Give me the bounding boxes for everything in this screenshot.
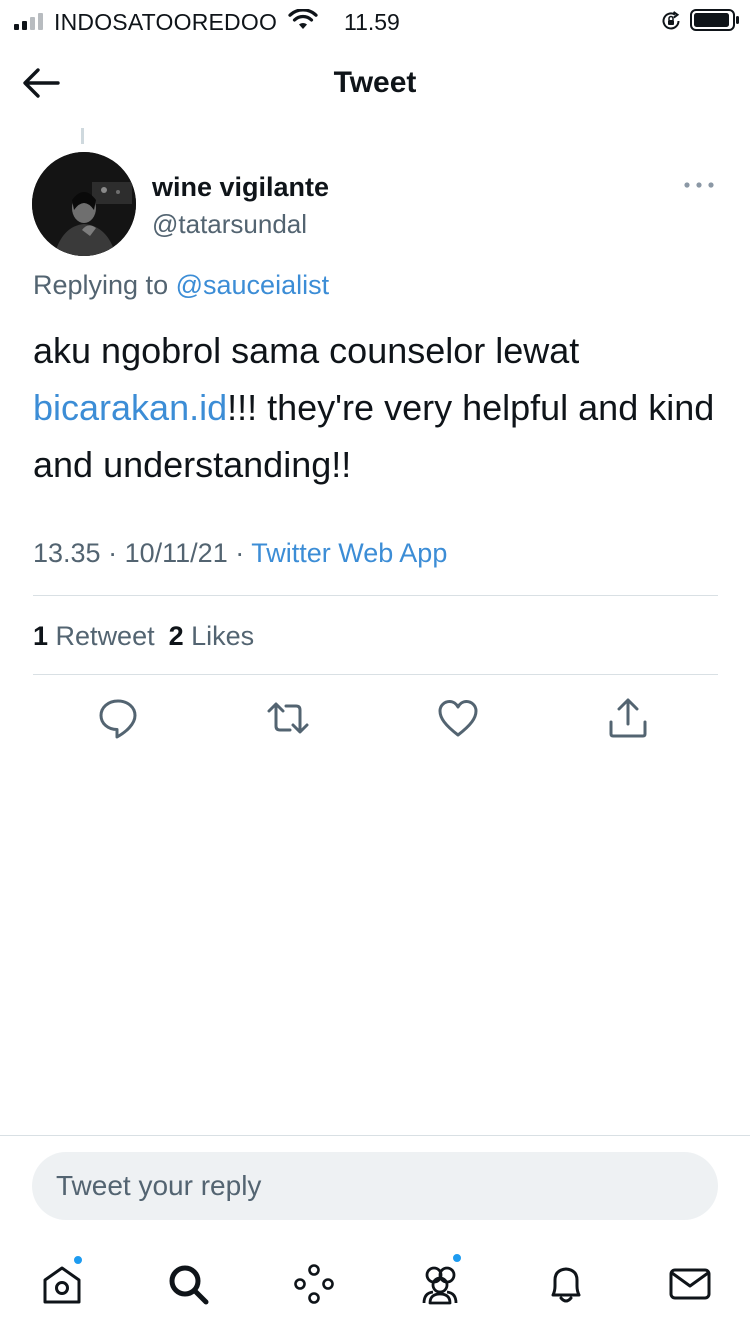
home-icon[interactable] xyxy=(40,1262,84,1306)
messages-icon[interactable] xyxy=(668,1262,712,1306)
reply-input[interactable] xyxy=(32,1152,718,1220)
home-notification-dot xyxy=(73,1255,83,1265)
retweet-label: Retweet xyxy=(55,621,155,651)
rotation-lock-icon xyxy=(662,11,680,30)
likes-label: Likes xyxy=(191,621,255,651)
avatar[interactable] xyxy=(32,152,136,256)
meta-separator: · xyxy=(235,538,245,568)
notifications-icon[interactable] xyxy=(544,1262,588,1306)
communities-icon[interactable] xyxy=(418,1262,462,1306)
tweet-link[interactable]: bicarakan.id xyxy=(33,387,227,428)
spaces-icon[interactable] xyxy=(292,1262,336,1306)
author-display-name[interactable]: wine vigilante xyxy=(152,172,329,203)
tweet-text: aku ngobrol sama counselor lewat bicaraka… xyxy=(33,322,723,493)
cellular-signal-icon xyxy=(14,13,43,30)
replying-to-handle-link[interactable]: @sauceialist xyxy=(176,270,329,300)
retweets-stat[interactable]: 1 Retweet xyxy=(33,621,155,651)
divider xyxy=(33,595,718,596)
page-title: Tweet xyxy=(333,66,417,99)
author-handle[interactable]: @tatarsundal xyxy=(152,209,307,240)
communities-notification-dot xyxy=(452,1253,462,1263)
thread-connector-line xyxy=(81,128,84,144)
tweet-text-line1: aku ngobrol sama counselor lewat xyxy=(33,330,580,371)
wifi-icon xyxy=(288,9,318,29)
divider xyxy=(0,1135,750,1136)
replying-to-line: Replying to @sauceialist xyxy=(33,270,329,301)
battery-icon xyxy=(690,9,739,31)
likes-stat[interactable]: 2 Likes xyxy=(169,621,255,651)
divider xyxy=(33,674,718,675)
replying-to-label: Replying to xyxy=(33,270,169,300)
tweet-source-link[interactable]: Twitter Web App xyxy=(251,538,447,568)
meta-separator: · xyxy=(108,538,118,568)
retweet-count: 1 xyxy=(33,621,49,651)
status-bar: INDOSATOOREDOO 11.59 xyxy=(0,0,750,40)
retweet-icon[interactable] xyxy=(266,696,310,740)
carrier-name: INDOSATOOREDOO xyxy=(54,9,278,35)
reply-icon[interactable] xyxy=(96,696,140,740)
engagement-stats: 1 Retweet 2 Likes xyxy=(33,621,254,652)
tweet-date: 10/11/21 xyxy=(124,538,228,568)
more-options-icon[interactable] xyxy=(682,178,716,192)
tweet-time: 13.35 xyxy=(33,538,101,568)
like-count: 2 xyxy=(168,621,184,651)
status-time: 11.59 xyxy=(344,9,400,35)
like-icon[interactable] xyxy=(436,696,480,740)
tweet-metadata: 13.35 · 10/11/21 · Twitter Web App xyxy=(33,538,447,569)
share-icon[interactable] xyxy=(606,696,650,740)
top-navigation-bar: Tweet xyxy=(0,40,750,128)
search-icon[interactable] xyxy=(166,1262,210,1306)
